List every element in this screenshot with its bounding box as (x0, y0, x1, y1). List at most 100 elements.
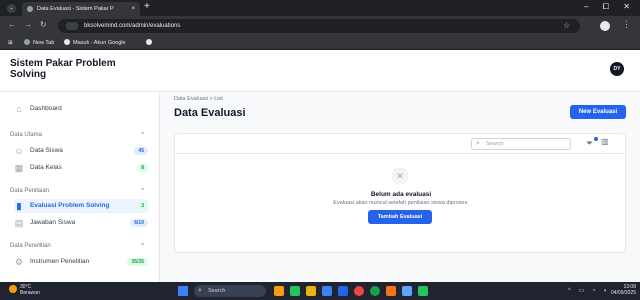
browser-tab-active[interactable]: Data Evaluasi - Sistem Pakar P × (22, 2, 140, 16)
windows-taskbar: 30°C Berawan ⌕ Search ^ ▭ ◔ ◖ 13:08 04/0… (0, 282, 640, 300)
clock-date: 04/09/2025 (610, 290, 636, 296)
clipboard-icon: ▤ (14, 218, 24, 228)
search-icon: ⌕ (198, 287, 202, 294)
bookmark-favicon-icon (146, 39, 152, 45)
tab-favicon-icon (27, 6, 33, 12)
bookmark-favicon-icon (24, 39, 30, 45)
taskbar-search-label: Search (208, 288, 226, 294)
filter-indicator-dot (594, 137, 598, 141)
sidebar-item-label: Data Kelas (30, 164, 62, 171)
sidebar: ⌂ Dashboard Data Utama ^ ☺ Data Siswa 45… (0, 92, 160, 282)
bookmark-google-account[interactable]: Masuk - Akun Google (64, 36, 126, 50)
section-label: Data Penelitian (10, 243, 51, 249)
weather-widget[interactable]: 30°C Berawan (9, 284, 40, 296)
table-toolbar: ⌕ Search ⏷ ▥ (175, 134, 625, 154)
search-icon: ⌕ (476, 140, 480, 147)
users-icon: ☺ (14, 146, 24, 156)
sidebar-item-evaluasi[interactable]: ▮ Evaluasi Problem Solving 3 (14, 199, 148, 213)
bookmark-star-icon[interactable]: ☆ (563, 19, 570, 33)
search-placeholder: Search (486, 141, 504, 147)
main-content: Data Evaluasi > List Data Evaluasi New E… (160, 92, 640, 282)
sidebar-item-data-siswa[interactable]: ☺ Data Siswa 45 (14, 144, 148, 158)
count-badge: 45 (134, 147, 148, 155)
app-icon-4[interactable] (338, 286, 348, 296)
count-badge: 35/35 (127, 258, 148, 266)
count-badge: 8 (137, 164, 148, 172)
sidebar-section-data-penilaian[interactable]: Data Penilaian ^ (10, 188, 148, 194)
filter-icon[interactable]: ⏷ (586, 138, 593, 149)
window-controls: – ⧠ ✕ (572, 2, 630, 12)
bookmark-new-tab[interactable]: New Tab (24, 36, 54, 50)
url-text: bksolvemind.com/admin/evaluations (84, 23, 181, 29)
minimize-icon[interactable]: – (584, 2, 588, 11)
chart-bar-icon: ▮ (16, 201, 22, 211)
new-tab-button[interactable]: + (144, 1, 150, 12)
chrome-icon[interactable] (354, 286, 364, 296)
empty-state-title: Belum ada evaluasi (370, 191, 432, 198)
app-icon-7[interactable] (418, 286, 428, 296)
taskbar-search[interactable]: ⌕ Search (194, 285, 266, 297)
sidebar-item-jawaban-siswa[interactable]: ▤ Jawaban Siswa 6/10 (14, 216, 148, 230)
new-evaluasi-button[interactable]: New Evaluasi (570, 105, 626, 119)
tab-search-menu-button[interactable]: ⌄ (7, 4, 16, 13)
bookmark-label: Masuk - Akun Google (73, 40, 126, 46)
clock[interactable]: 13:08 04/09/2025 (608, 284, 636, 296)
building-icon: ▦ (14, 163, 24, 173)
folder-icon[interactable] (306, 286, 316, 296)
empty-state-description: Evaluasi akan muncul setelah penilaian s… (333, 200, 469, 206)
apps-grid-icon[interactable]: ⊞ (8, 36, 13, 50)
empty-state-x-icon: ✕ (391, 167, 409, 185)
page-title: Data Evaluasi (174, 107, 246, 119)
windows-start-icon[interactable] (178, 286, 188, 296)
tambah-evaluasi-button[interactable]: Tambah Evaluasi (368, 210, 432, 224)
address-bar-row: ← → ↻ bksolvemind.com/admin/evaluations … (0, 16, 640, 36)
chevron-up-icon: ^ (141, 243, 144, 249)
sidebar-item-label: Jawaban Siswa (30, 219, 76, 226)
whatsapp-icon[interactable] (370, 286, 380, 296)
app-icon-3[interactable] (322, 286, 332, 296)
evaluations-table-card: ⌕ Search ⏷ ▥ ✕ Belum ada evaluasi Evalua… (174, 133, 626, 253)
chevron-up-icon: ^ (141, 188, 144, 194)
google-icon (64, 39, 70, 45)
bookmark-extra[interactable] (146, 36, 155, 50)
search-input[interactable]: ⌕ Search (471, 138, 571, 150)
sidebar-item-data-kelas[interactable]: ▦ Data Kelas 8 (14, 161, 148, 175)
app-window: Sistem Pakar Problem Solving DY ⌂ Dashbo… (0, 50, 640, 282)
sidebar-section-data-penelitian[interactable]: Data Penelitian ^ (10, 243, 148, 249)
breadcrumb[interactable]: Data Evaluasi > List (174, 96, 223, 102)
bookmark-label: New Tab (33, 40, 55, 46)
count-badge: 6/10 (130, 219, 148, 227)
sidebar-item-label: Evaluasi Problem Solving (30, 202, 110, 209)
bookmarks-bar: ⊞ New Tab Masuk - Akun Google (0, 36, 640, 50)
app-icon-6[interactable] (402, 286, 412, 296)
url-input[interactable]: bksolvemind.com/admin/evaluations ☆ (58, 19, 580, 33)
system-tray-icons[interactable]: ^ ▭ ◔ ◖ (568, 287, 610, 294)
close-window-icon[interactable]: ✕ (623, 2, 630, 11)
sidebar-item-instrumen[interactable]: ⚙ Instrumen Penelitian 35/35 (14, 255, 148, 269)
forward-icon[interactable]: → (24, 20, 32, 29)
sidebar-item-label: Dashboard (30, 105, 62, 112)
columns-icon[interactable]: ▥ (601, 137, 609, 146)
reload-icon[interactable]: ↻ (40, 20, 47, 29)
avatar[interactable]: DY (610, 62, 624, 76)
sidebar-item-label: Instrumen Penelitian (30, 258, 90, 265)
home-icon: ⌂ (16, 104, 22, 114)
settings-icon: ⚙ (14, 257, 24, 267)
app-header: Sistem Pakar Problem Solving DY (0, 50, 640, 92)
maximize-icon[interactable]: ⧠ (603, 2, 609, 11)
site-info-icon[interactable] (66, 22, 78, 30)
sidebar-item-dashboard[interactable]: ⌂ Dashboard (14, 102, 148, 116)
app-icon-5[interactable] (386, 286, 396, 296)
browser-tab-strip: ⌄ Data Evaluasi - Sistem Pakar P × + – ⧠… (0, 0, 640, 16)
browser-menu-icon[interactable]: ⋮ (622, 19, 631, 30)
sidebar-section-data-utama[interactable]: Data Utama ^ (10, 132, 148, 138)
tab-close-icon[interactable]: × (131, 2, 135, 16)
section-label: Data Utama (10, 132, 43, 138)
chevron-up-icon: ^ (141, 132, 144, 138)
weather-sun-icon (9, 285, 17, 293)
back-icon[interactable]: ← (8, 20, 16, 29)
app-icon-1[interactable] (274, 286, 284, 296)
profile-icon[interactable] (600, 21, 610, 31)
app-icon-2[interactable] (290, 286, 300, 296)
brand-title[interactable]: Sistem Pakar Problem Solving (10, 58, 120, 80)
